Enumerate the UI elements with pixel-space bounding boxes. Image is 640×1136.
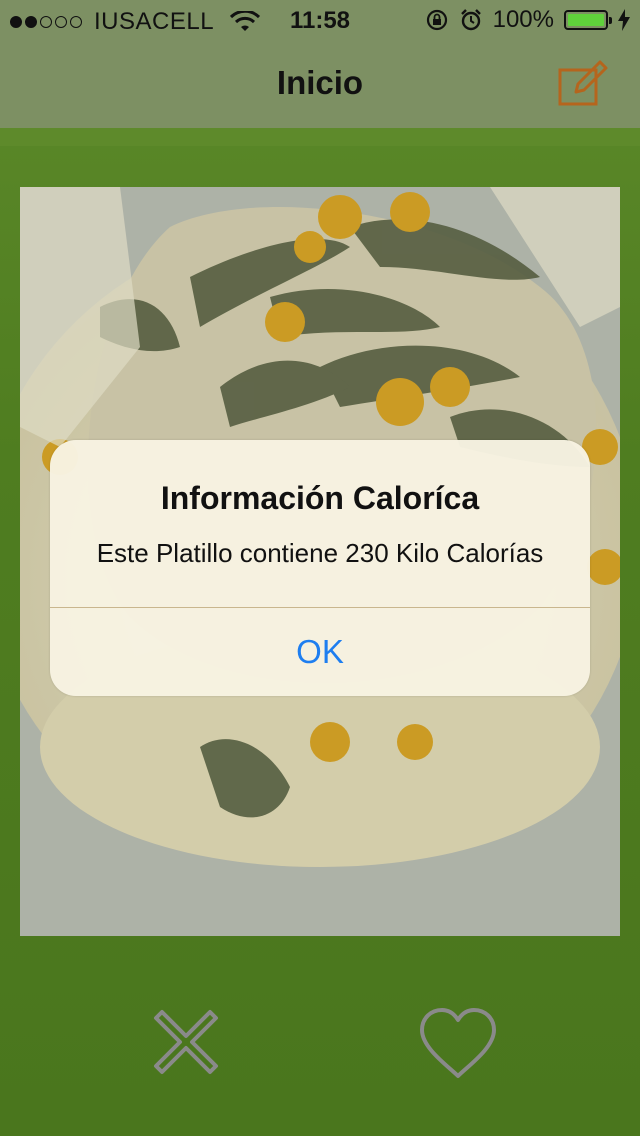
ok-button[interactable]: OK <box>50 608 590 696</box>
alert-message: Este Platillo contiene 230 Kilo Calorías <box>96 538 544 568</box>
alert-title: Información Caloríca <box>160 480 480 516</box>
calorie-info-alert: Información Caloríca Este Platillo conti… <box>50 440 590 696</box>
